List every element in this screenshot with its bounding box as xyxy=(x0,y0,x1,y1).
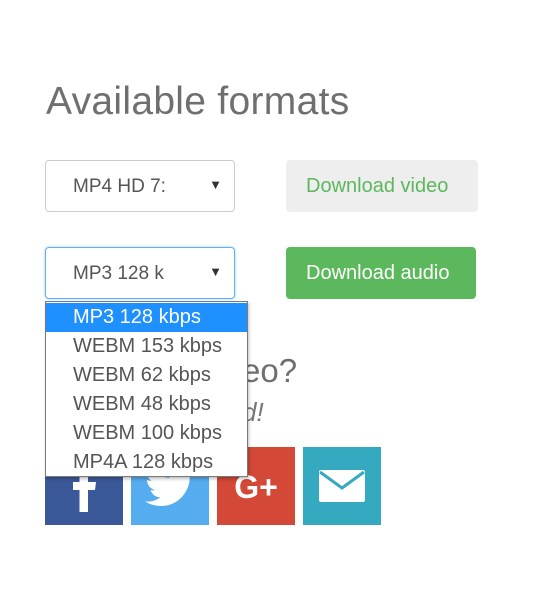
envelope-icon xyxy=(319,470,365,502)
video-format-value: MP4 HD 7: xyxy=(73,176,166,197)
audio-format-dropdown-list[interactable]: MP3 128 kbps WEBM 153 kbps WEBM 62 kbps … xyxy=(45,301,248,477)
audio-format-select[interactable]: MP3 128 k ▼ xyxy=(45,247,235,299)
triangle-down-icon: ▼ xyxy=(209,264,222,279)
dropdown-option-webm-153[interactable]: WEBM 153 kbps xyxy=(46,332,247,361)
dropdown-option-webm-100[interactable]: WEBM 100 kbps xyxy=(46,419,247,448)
dropdown-option-mp4a-128[interactable]: MP4A 128 kbps xyxy=(46,448,247,477)
video-format-select[interactable]: MP4 HD 7: ▼ xyxy=(45,160,235,212)
audio-format-value: MP3 128 k xyxy=(73,263,164,284)
page-title: Available formats xyxy=(46,80,350,123)
download-audio-button[interactable]: Download audio xyxy=(286,247,476,299)
dropdown-option-webm-48[interactable]: WEBM 48 kbps xyxy=(46,390,247,419)
dropdown-option-webm-62[interactable]: WEBM 62 kbps xyxy=(46,361,247,390)
share-email-button[interactable] xyxy=(303,447,381,525)
dropdown-option-mp3-128[interactable]: MP3 128 kbps xyxy=(46,303,247,332)
download-video-button[interactable]: Download video xyxy=(286,160,478,212)
triangle-down-icon: ▼ xyxy=(209,177,222,192)
